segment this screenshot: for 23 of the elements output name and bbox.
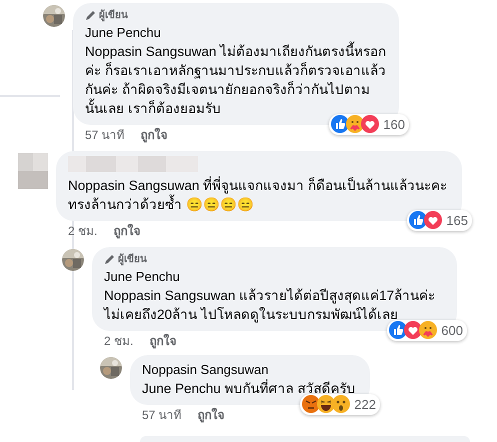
like-link[interactable]: ถูกใจ: [198, 407, 225, 423]
reaction-summary[interactable]: 165: [407, 210, 472, 231]
like-link[interactable]: ถูกใจ: [149, 333, 176, 349]
commenter-name[interactable]: Noppasin Sangsuwan: [142, 361, 358, 379]
commenter-name[interactable]: June Penchu: [104, 268, 445, 286]
reaction-summary[interactable]: 600: [387, 320, 467, 341]
comment-time[interactable]: 57 นาที: [85, 127, 125, 143]
mention-link[interactable]: Noppasin Sangsuwan: [85, 44, 216, 59]
like-link[interactable]: ถูกใจ: [113, 223, 140, 239]
mention-link[interactable]: Noppasin Sangsuwan: [68, 178, 200, 193]
author-label: ผู้เขียน: [118, 252, 147, 267]
comment-time[interactable]: 2 ชม.: [104, 333, 134, 349]
mention-link[interactable]: June Penchu: [142, 381, 221, 396]
reaction-summary[interactable]: 222: [300, 394, 380, 415]
comment-time[interactable]: 57 นาที: [142, 407, 182, 423]
reaction-summary[interactable]: 160: [329, 114, 409, 135]
comment-time[interactable]: 2 ชม.: [68, 223, 98, 239]
pencil-icon: [85, 10, 96, 21]
mention-link[interactable]: Noppasin Sangsuwan: [104, 288, 236, 303]
commenter-name[interactable]: June Penchu: [85, 24, 387, 42]
pencil-icon: [104, 254, 115, 265]
like-link[interactable]: ถูกใจ: [140, 127, 168, 143]
author-label: ผู้เขียน: [99, 8, 128, 23]
